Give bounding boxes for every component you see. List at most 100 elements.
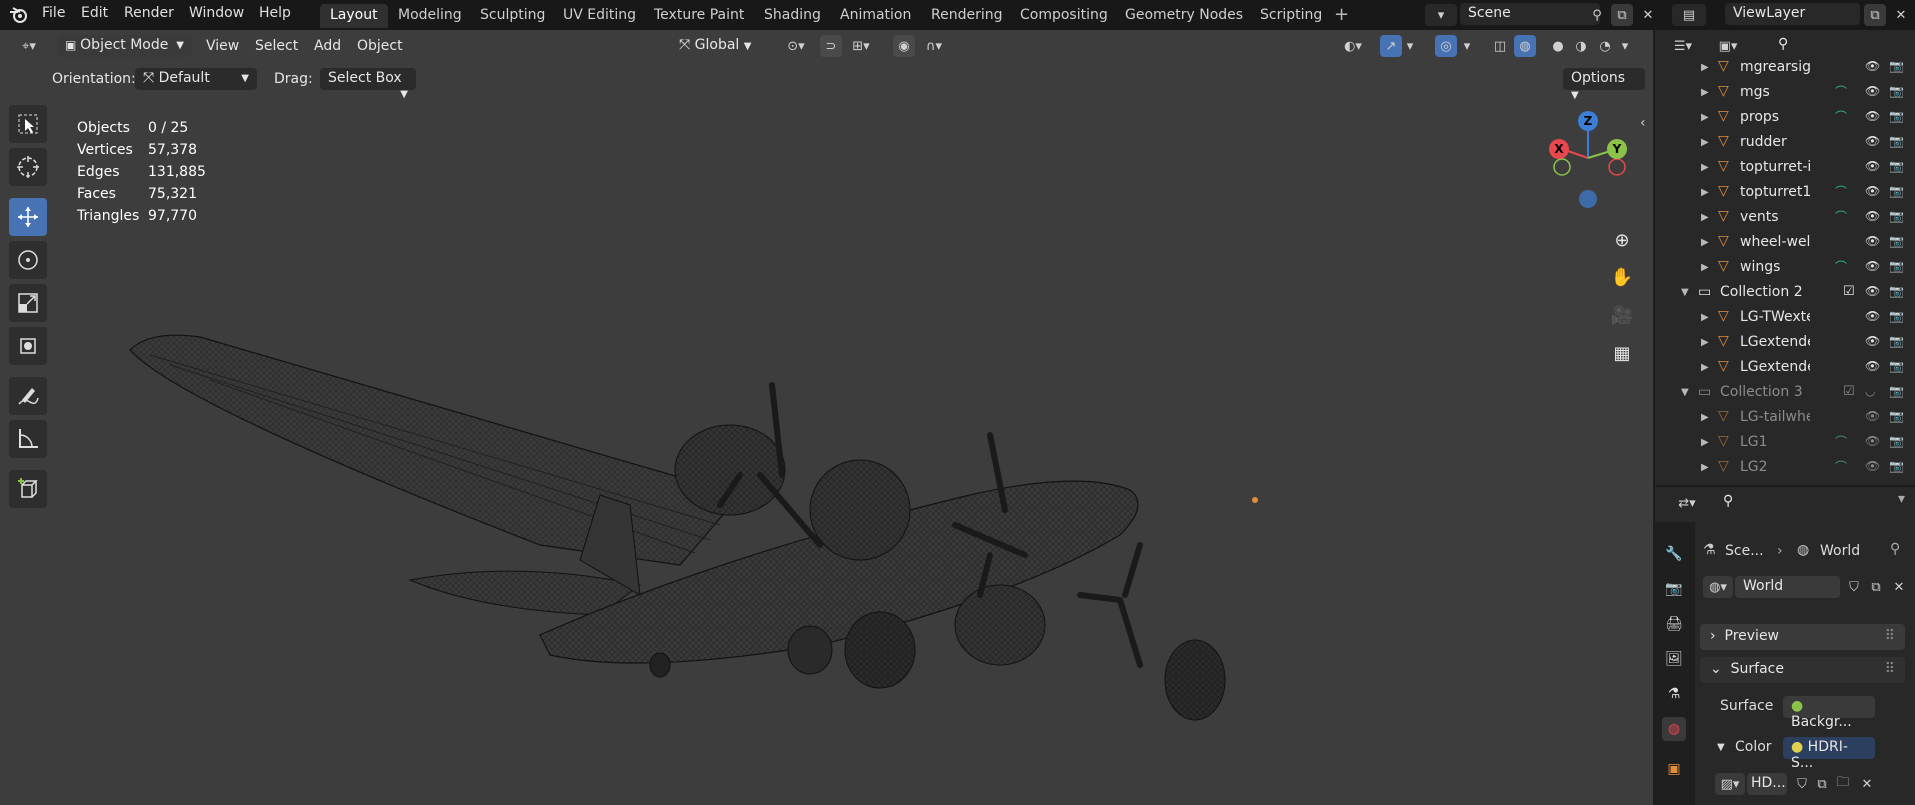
- fake-user-icon[interactable]: ⛉: [1843, 576, 1865, 598]
- visibility-eye-icon[interactable]: 👁: [1865, 234, 1880, 248]
- render-camera-icon[interactable]: 📷: [1889, 259, 1904, 273]
- visibility-eye-icon[interactable]: ◡: [1865, 384, 1875, 398]
- world-tab-icon[interactable]: ◍: [1662, 717, 1686, 741]
- delete-view-layer-icon[interactable]: ✕: [1890, 4, 1912, 26]
- outliner-item-name[interactable]: mgs: [1740, 84, 1810, 100]
- snap-icon[interactable]: ⊃: [820, 35, 842, 57]
- outliner-object-row[interactable]: ▶ ▽ wheel-wells 👁 📷: [1655, 231, 1915, 256]
- duplicate-icon[interactable]: ⧉: [1811, 773, 1833, 795]
- outliner-collection-row[interactable]: ▼ ▭ Collection 3 ☑ ◡ 📷: [1655, 381, 1915, 406]
- outliner-object-row[interactable]: ▶ ▽ topturret1 ⌒ 👁 📷: [1655, 181, 1915, 206]
- preview-panel-header[interactable]: › Preview ⠿: [1700, 624, 1905, 650]
- orientation-dropdown[interactable]: ⤧ Default ▼: [135, 68, 257, 90]
- zoom-icon[interactable]: ⊕: [1607, 225, 1637, 255]
- tab-geometry-nodes[interactable]: Geometry Nodes: [1115, 4, 1253, 28]
- outliner-item-name[interactable]: LG-tailwhe: [1740, 409, 1810, 425]
- chevron-down-icon[interactable]: ▾: [1460, 35, 1474, 57]
- move-tool[interactable]: [9, 198, 47, 236]
- transform-orientation-dropdown[interactable]: ⤧ Global ▼: [671, 35, 771, 57]
- annotate-tool[interactable]: [9, 377, 47, 415]
- chevron-down-icon[interactable]: ▼: [1717, 742, 1725, 753]
- wireframe-shading-icon[interactable]: ◍: [1514, 35, 1536, 57]
- image-name-field[interactable]: HD...: [1747, 773, 1787, 795]
- camera-icon[interactable]: 🎥: [1607, 300, 1637, 330]
- render-camera-icon[interactable]: 📷: [1889, 159, 1904, 173]
- editor-type-icon[interactable]: ⌖▾: [9, 35, 49, 57]
- gizmo-icon[interactable]: ↗: [1380, 35, 1402, 57]
- modifier-icon[interactable]: ⌒: [1835, 83, 1847, 100]
- menu-window[interactable]: Window: [189, 5, 244, 21]
- render-tab-icon[interactable]: 📷: [1662, 577, 1686, 601]
- tab-compositing[interactable]: Compositing: [1010, 4, 1118, 28]
- menu-render[interactable]: Render: [124, 5, 174, 21]
- menu-help[interactable]: Help: [259, 5, 291, 21]
- chevron-right-icon[interactable]: ▶: [1701, 62, 1709, 73]
- surface-panel-header[interactable]: ⌄ Surface ⠿: [1700, 657, 1905, 683]
- visibility-eye-icon[interactable]: 👁: [1865, 184, 1880, 198]
- visibility-eye-icon[interactable]: 👁: [1865, 109, 1880, 123]
- perspective-grid-icon[interactable]: ▦: [1607, 338, 1637, 368]
- render-camera-icon[interactable]: 📷: [1889, 209, 1904, 223]
- chevron-right-icon[interactable]: ▶: [1701, 212, 1709, 223]
- visibility-eye-icon[interactable]: 👁: [1865, 134, 1880, 148]
- visibility-eye-icon[interactable]: 👁: [1865, 309, 1880, 323]
- visibility-eye-icon[interactable]: 👁: [1865, 359, 1880, 373]
- add-workspace-icon[interactable]: +: [1334, 4, 1349, 25]
- menu-add[interactable]: Add: [314, 38, 341, 54]
- drag-dropdown[interactable]: Select Box ▼: [320, 68, 416, 100]
- image-browse-icon[interactable]: ▨▾: [1715, 773, 1745, 795]
- render-camera-icon[interactable]: 📷: [1889, 409, 1904, 423]
- open-folder-icon[interactable]: 🗀: [1832, 773, 1854, 795]
- pin-icon[interactable]: ⚲: [1890, 541, 1900, 557]
- new-scene-icon[interactable]: ⧉: [1611, 4, 1633, 26]
- breadcrumb-world[interactable]: World: [1820, 543, 1860, 559]
- menu-select[interactable]: Select: [255, 38, 298, 54]
- chevron-down-icon[interactable]: ▼: [1681, 287, 1689, 298]
- chevron-right-icon[interactable]: ▶: [1701, 137, 1709, 148]
- tab-uv-editing[interactable]: UV Editing: [553, 4, 646, 28]
- render-camera-icon[interactable]: 📷: [1889, 134, 1904, 148]
- modifier-icon[interactable]: ⌒: [1835, 183, 1847, 200]
- color-input-field[interactable]: ● HDRI-S...: [1783, 737, 1875, 771]
- render-camera-icon[interactable]: 📷: [1889, 109, 1904, 123]
- chevron-right-icon[interactable]: ▶: [1701, 412, 1709, 423]
- object-tab-icon[interactable]: ▣: [1662, 757, 1686, 781]
- chevron-right-icon[interactable]: ▶: [1701, 337, 1709, 348]
- drag-handle-icon[interactable]: ⠿: [1885, 628, 1895, 644]
- output-tab-icon[interactable]: 🖨: [1662, 612, 1686, 636]
- render-camera-icon[interactable]: 📷: [1889, 334, 1904, 348]
- outliner-item-name[interactable]: wings: [1740, 259, 1810, 275]
- menu-edit[interactable]: Edit: [81, 5, 108, 21]
- visibility-icon[interactable]: ◐▾: [1335, 35, 1371, 57]
- render-camera-icon[interactable]: 📷: [1889, 309, 1904, 323]
- falloff-icon[interactable]: ∩▾: [918, 35, 950, 57]
- material-shading-icon[interactable]: ◑: [1570, 35, 1592, 57]
- outliner-object-row[interactable]: ▶ ▽ LG-TWexte 👁 📷: [1655, 306, 1915, 331]
- unlink-icon[interactable]: ✕: [1888, 576, 1910, 598]
- view-layer-tab-icon[interactable]: 🖼: [1662, 647, 1686, 671]
- visibility-eye-icon[interactable]: 👁: [1865, 334, 1880, 348]
- tab-rendering[interactable]: Rendering: [921, 4, 1013, 28]
- outliner-object-row[interactable]: ▶ ▽ LG-tailwhe 👁 📷: [1655, 406, 1915, 431]
- rendered-shading-icon[interactable]: ◔: [1594, 35, 1616, 57]
- delete-scene-icon[interactable]: ✕: [1637, 4, 1659, 26]
- properties-editor-type-icon[interactable]: ⇄▾: [1670, 492, 1704, 514]
- render-camera-icon[interactable]: 📷: [1889, 434, 1904, 448]
- outliner-object-row[interactable]: ▶ ▽ LG2 ⌒ 👁 📷: [1655, 456, 1915, 481]
- scene-selector-icon[interactable]: ▾: [1425, 4, 1457, 26]
- collapse-sidebar-icon[interactable]: ‹: [1640, 115, 1646, 131]
- world-browse-icon[interactable]: ◍▾: [1703, 576, 1733, 598]
- outliner-item-name[interactable]: Collection 3: [1720, 384, 1830, 400]
- chevron-right-icon[interactable]: ▶: [1701, 312, 1709, 323]
- airplane-wireframe[interactable]: [120, 295, 1280, 735]
- overlays-icon[interactable]: ◎: [1435, 35, 1457, 57]
- select-box-tool[interactable]: [9, 105, 47, 143]
- tab-scripting[interactable]: Scripting: [1250, 4, 1332, 28]
- surface-shader-field[interactable]: ● Backgr...: [1783, 696, 1875, 730]
- visibility-eye-icon[interactable]: 👁: [1865, 159, 1880, 173]
- options-dropdown[interactable]: Options ▼: [1563, 68, 1645, 101]
- render-camera-icon[interactable]: 📷: [1889, 184, 1904, 198]
- scene-tab-icon[interactable]: ⚗: [1662, 682, 1686, 706]
- tab-modeling[interactable]: Modeling: [388, 4, 472, 28]
- new-view-layer-icon[interactable]: ⧉: [1864, 4, 1886, 26]
